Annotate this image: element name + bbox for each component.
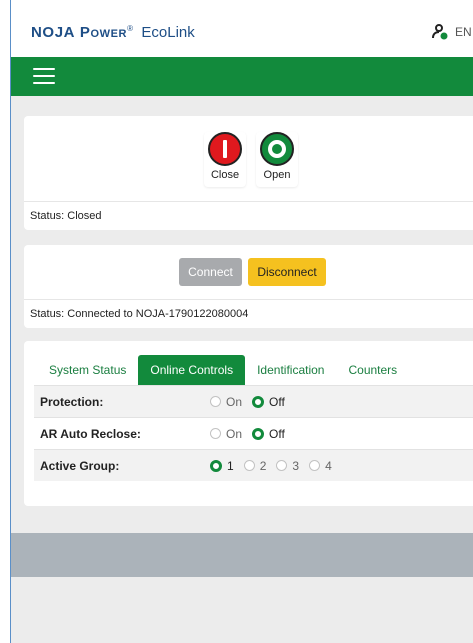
- top-header: NOJA Power® EcoLink EN: [11, 0, 473, 57]
- switch-status: Status: Closed: [24, 201, 473, 230]
- open-power-icon: [260, 132, 294, 166]
- option-label: On: [226, 394, 243, 409]
- radio-off-indicator: [210, 428, 221, 439]
- option-label: 3: [292, 458, 300, 473]
- connect-button[interactable]: Connect: [179, 258, 242, 286]
- radio-off-indicator: [309, 460, 321, 471]
- open-label: Open: [263, 169, 291, 181]
- tab-identification[interactable]: Identification: [245, 355, 336, 385]
- active-group-options: 1 2 3 4: [210, 459, 332, 473]
- page-bottom: [11, 577, 473, 643]
- language-label: EN: [455, 25, 472, 39]
- active-group-label: Active Group:: [40, 458, 120, 473]
- option-label: On: [226, 426, 243, 441]
- connection-card: Connect Disconnect Status: Connected to …: [24, 245, 473, 328]
- group-4-radio[interactable]: 4: [309, 459, 332, 473]
- protection-label: Protection:: [40, 394, 104, 409]
- radio-off-indicator: [243, 460, 255, 471]
- radio-off-indicator: [210, 396, 221, 407]
- table-row: AR Auto Reclose: On Off: [34, 417, 473, 449]
- connection-status: Status: Connected to NOJA-1790122080004: [24, 299, 473, 328]
- left-edge: [0, 0, 11, 643]
- option-label: Off: [269, 394, 285, 409]
- table-row: Protection: On Off: [34, 385, 473, 417]
- option-label: Off: [269, 426, 285, 441]
- protection-off-radio[interactable]: Off: [252, 395, 285, 409]
- group-3-radio[interactable]: 3: [276, 459, 299, 473]
- user-menu[interactable]: EN: [431, 24, 472, 40]
- hamburger-icon[interactable]: [33, 68, 55, 84]
- table-row: Active Group: 1 2 3 4: [34, 449, 473, 481]
- controls-card: System Status Online Controls Identifica…: [24, 341, 473, 506]
- tab-counters[interactable]: Counters: [336, 355, 409, 385]
- option-label: 4: [325, 458, 332, 473]
- brand-product: EcoLink: [141, 24, 195, 41]
- tab-online-controls[interactable]: Online Controls: [138, 355, 246, 385]
- protection-options: On Off: [210, 395, 285, 409]
- protection-on-radio[interactable]: On: [210, 395, 242, 409]
- brand-noja: NOJA: [31, 24, 76, 41]
- user-status-icon: [431, 24, 449, 40]
- brand-logo: NOJA Power® EcoLink: [31, 24, 195, 41]
- tab-bar: System Status Online Controls Identifica…: [37, 355, 409, 385]
- radio-on-indicator: [252, 395, 265, 408]
- radio-off-indicator: [276, 460, 288, 471]
- group-1-radio[interactable]: 1: [210, 459, 234, 473]
- close-power-icon: [208, 132, 242, 166]
- switch-card: Close Open Status: Closed: [24, 116, 473, 230]
- auto-reclose-label: AR Auto Reclose:: [40, 426, 141, 441]
- option-label: 1: [227, 458, 234, 473]
- auto-reclose-off-radio[interactable]: Off: [252, 427, 285, 441]
- close-button[interactable]: Close: [204, 132, 246, 187]
- brand-registered: ®: [127, 24, 134, 33]
- brand-power: Power: [79, 24, 128, 41]
- group-2-radio[interactable]: 2: [243, 458, 267, 473]
- auto-reclose-on-radio[interactable]: On: [210, 427, 242, 441]
- auto-reclose-options: On Off: [210, 427, 285, 441]
- radio-on-indicator: [210, 459, 222, 472]
- close-label: Close: [210, 169, 240, 181]
- radio-on-indicator: [252, 427, 265, 440]
- nav-bar: [11, 57, 473, 96]
- disconnect-button[interactable]: Disconnect: [248, 258, 326, 286]
- tab-system-status[interactable]: System Status: [37, 355, 138, 385]
- open-button[interactable]: Open: [256, 132, 298, 187]
- footer-band: [11, 533, 473, 577]
- option-label: 2: [259, 458, 267, 473]
- controls-table: Protection: On Off AR Auto Reclose: On O…: [34, 385, 473, 481]
